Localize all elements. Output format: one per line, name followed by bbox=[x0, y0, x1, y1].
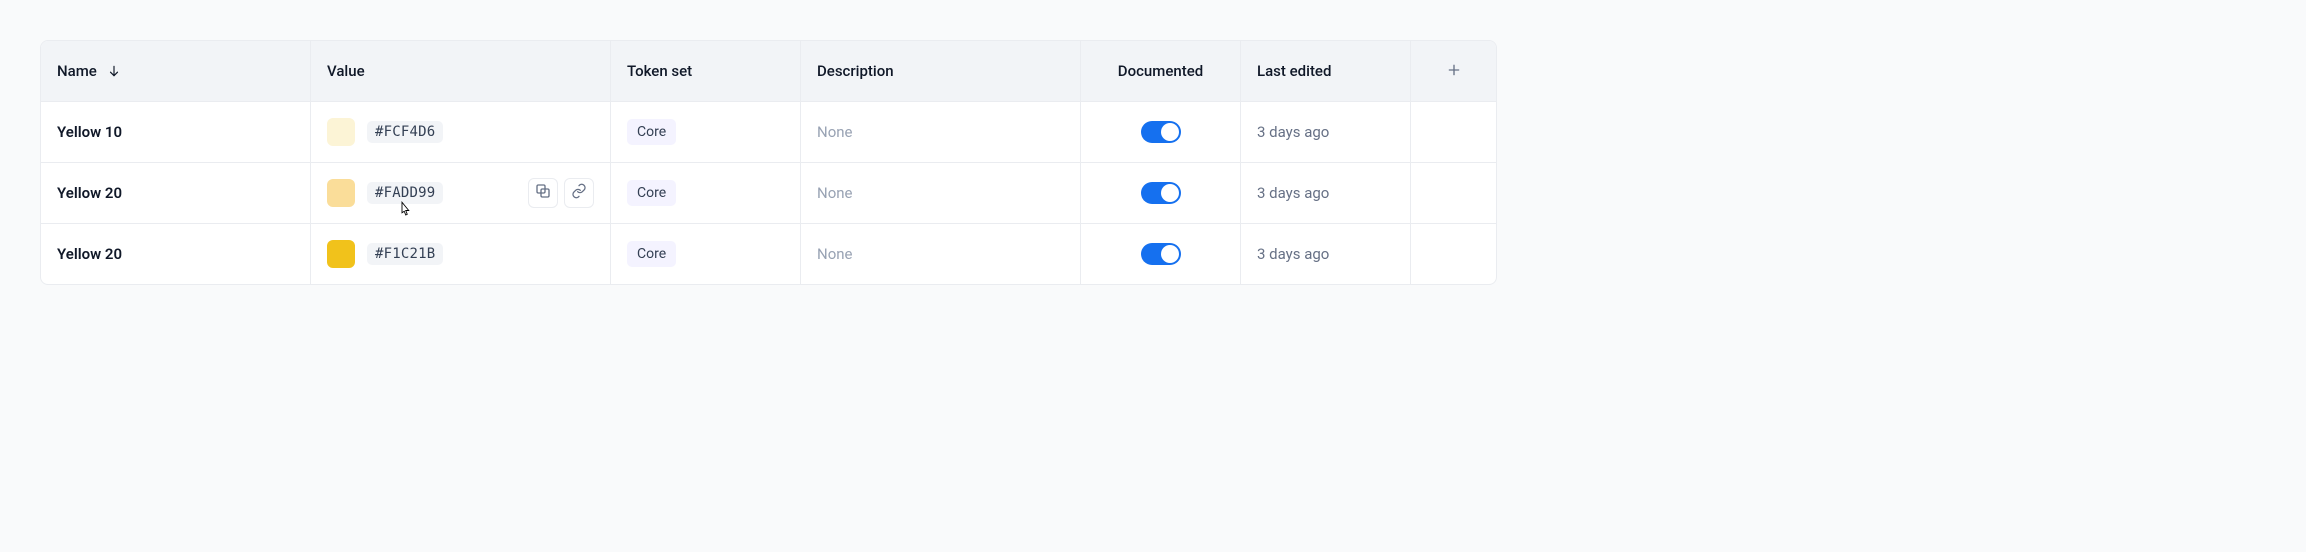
cell-documented bbox=[1081, 163, 1241, 223]
color-swatch[interactable] bbox=[327, 118, 355, 146]
value-row-actions bbox=[528, 178, 594, 208]
cell-value[interactable]: #FADD99 bbox=[311, 163, 611, 223]
cell-name[interactable]: Yellow 10 bbox=[41, 102, 311, 162]
description-text: None bbox=[817, 184, 853, 202]
cell-name[interactable]: Yellow 20 bbox=[41, 163, 311, 223]
description-text: None bbox=[817, 245, 853, 263]
cell-last-edited: 3 days ago bbox=[1241, 102, 1411, 162]
description-text: None bbox=[817, 123, 853, 141]
cell-token-set[interactable]: Core bbox=[611, 224, 801, 284]
cell-name[interactable]: Yellow 20 bbox=[41, 224, 311, 284]
col-header-last-edited[interactable]: Last edited bbox=[1241, 41, 1411, 101]
cell-description[interactable]: None bbox=[801, 102, 1081, 162]
token-set-chip[interactable]: Core bbox=[627, 180, 676, 206]
sort-descending-icon[interactable] bbox=[107, 64, 121, 78]
col-header-value-label: Value bbox=[327, 62, 365, 80]
cell-trailing bbox=[1411, 224, 1496, 284]
col-header-description[interactable]: Description bbox=[801, 41, 1081, 101]
token-name: Yellow 20 bbox=[57, 184, 122, 202]
cell-token-set[interactable]: Core bbox=[611, 102, 801, 162]
cell-documented bbox=[1081, 102, 1241, 162]
tokens-table: Name Value Token set Description Documen… bbox=[40, 40, 1497, 285]
copy-icon bbox=[535, 183, 551, 203]
documented-toggle[interactable] bbox=[1141, 182, 1181, 204]
col-header-value[interactable]: Value bbox=[311, 41, 611, 101]
add-column-button[interactable] bbox=[1411, 41, 1496, 101]
col-header-token-set-label: Token set bbox=[627, 62, 692, 80]
cell-token-set[interactable]: Core bbox=[611, 163, 801, 223]
hex-chip[interactable]: #FCF4D6 bbox=[367, 121, 443, 143]
col-header-documented-label: Documented bbox=[1118, 62, 1203, 80]
col-header-name[interactable]: Name bbox=[41, 41, 311, 101]
token-name: Yellow 20 bbox=[57, 245, 122, 263]
token-set-chip[interactable]: Core bbox=[627, 241, 676, 267]
cell-last-edited: 3 days ago bbox=[1241, 224, 1411, 284]
table-row[interactable]: Yellow 20 #F1C21B Core None 3 days ago bbox=[41, 224, 1496, 284]
last-edited-text: 3 days ago bbox=[1257, 184, 1329, 202]
last-edited-text: 3 days ago bbox=[1257, 245, 1329, 263]
hex-chip[interactable]: #F1C21B bbox=[367, 243, 443, 265]
col-header-last-edited-label: Last edited bbox=[1257, 62, 1331, 80]
color-swatch[interactable] bbox=[327, 179, 355, 207]
hex-chip-hovered: #FADD99 bbox=[367, 182, 443, 204]
table-row[interactable]: Yellow 20 #FADD99 Core None 3 days ago bbox=[41, 163, 1496, 224]
cell-value[interactable]: #FCF4D6 bbox=[311, 102, 611, 162]
documented-toggle[interactable] bbox=[1141, 243, 1181, 265]
cell-documented bbox=[1081, 224, 1241, 284]
col-header-name-label: Name bbox=[57, 62, 97, 80]
cell-description[interactable]: None bbox=[801, 163, 1081, 223]
color-swatch[interactable] bbox=[327, 240, 355, 268]
plus-icon bbox=[1446, 61, 1462, 81]
col-header-description-label: Description bbox=[817, 62, 894, 80]
token-name: Yellow 10 bbox=[57, 123, 122, 141]
cell-trailing bbox=[1411, 102, 1496, 162]
copy-button[interactable] bbox=[528, 178, 558, 208]
cell-last-edited: 3 days ago bbox=[1241, 163, 1411, 223]
cell-trailing bbox=[1411, 163, 1496, 223]
documented-toggle[interactable] bbox=[1141, 121, 1181, 143]
last-edited-text: 3 days ago bbox=[1257, 123, 1329, 141]
cell-value[interactable]: #F1C21B bbox=[311, 224, 611, 284]
col-header-token-set[interactable]: Token set bbox=[611, 41, 801, 101]
cell-description[interactable]: None bbox=[801, 224, 1081, 284]
link-button[interactable] bbox=[564, 178, 594, 208]
link-icon bbox=[571, 183, 587, 203]
table-header-row: Name Value Token set Description Documen… bbox=[41, 41, 1496, 102]
hex-chip[interactable]: #FADD99 bbox=[367, 182, 443, 204]
token-set-chip[interactable]: Core bbox=[627, 119, 676, 145]
col-header-documented[interactable]: Documented bbox=[1081, 41, 1241, 101]
table-row[interactable]: Yellow 10 #FCF4D6 Core None 3 days ago bbox=[41, 102, 1496, 163]
